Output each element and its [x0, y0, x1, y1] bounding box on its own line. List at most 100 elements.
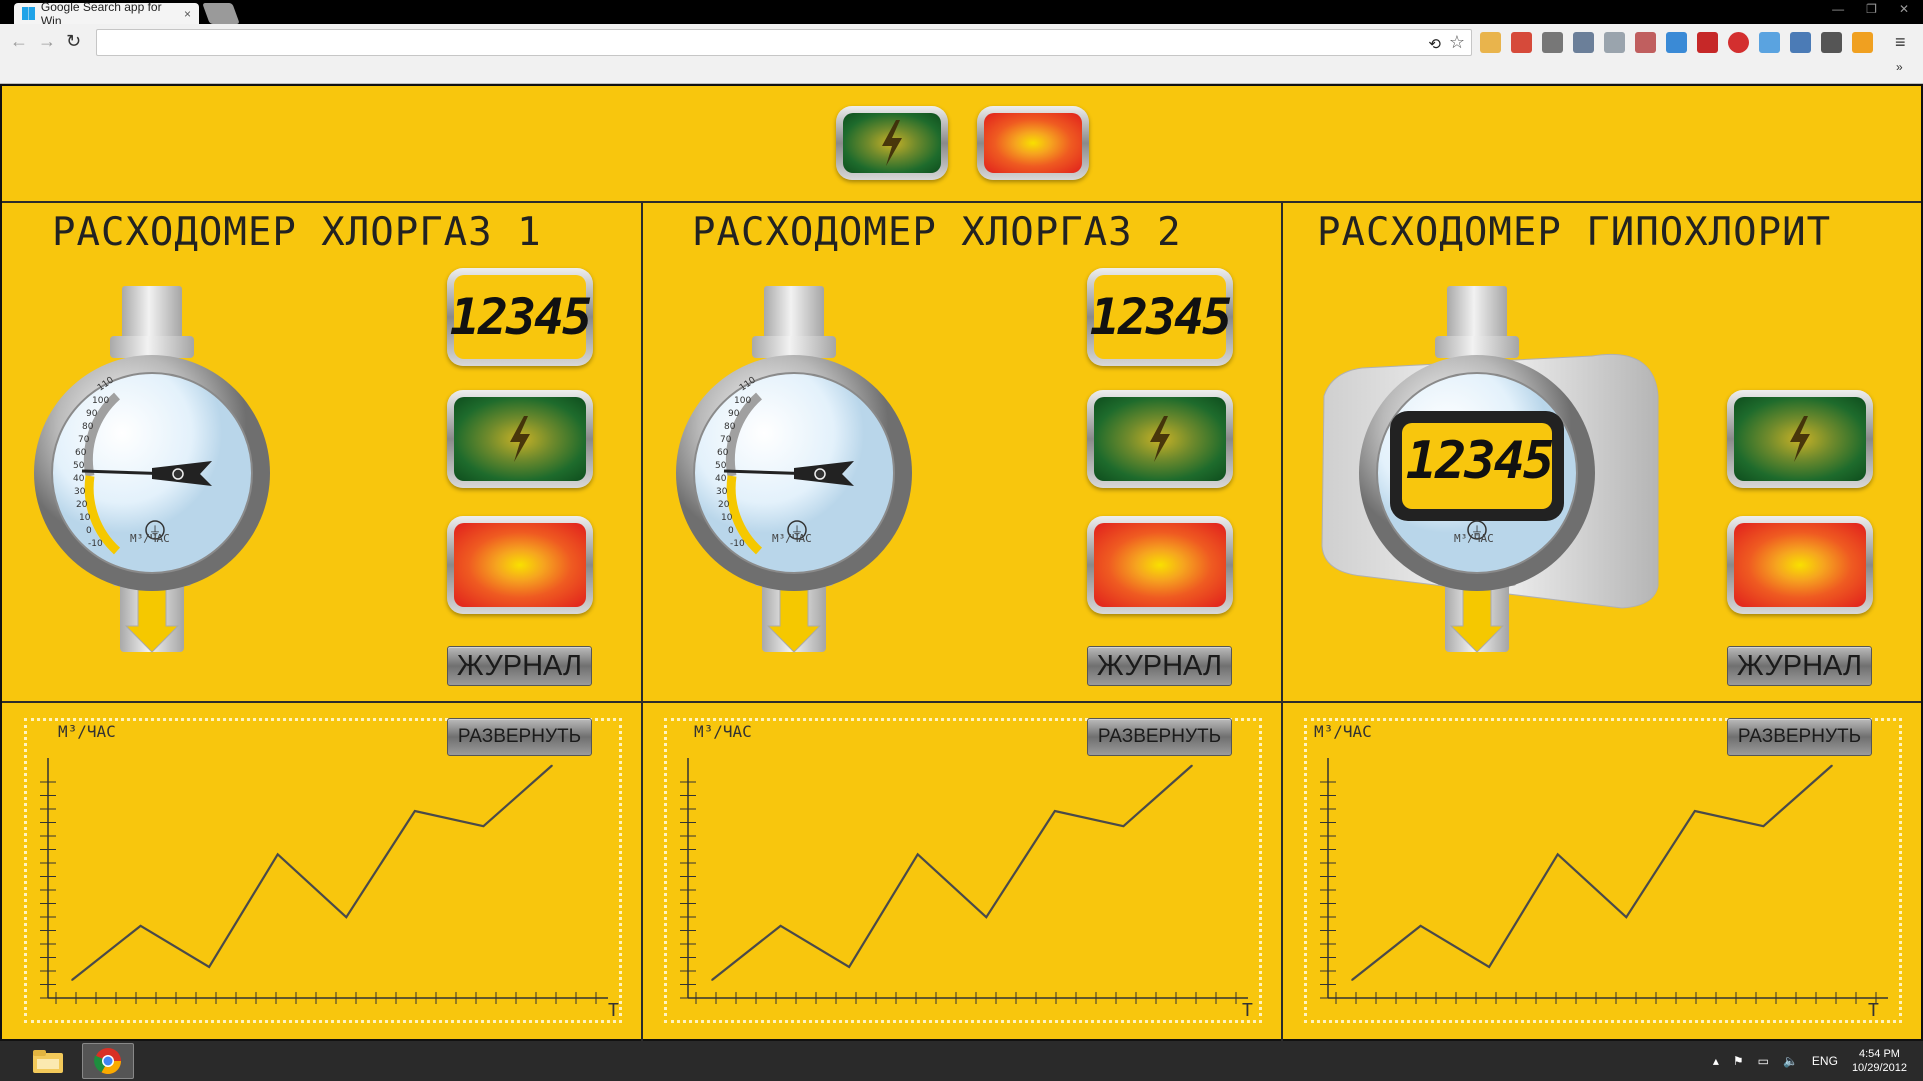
new-tab-button[interactable]	[202, 3, 240, 24]
extension-pin-icon[interactable]	[1759, 32, 1780, 53]
extension-gplus-icon[interactable]	[1511, 32, 1532, 53]
clock[interactable]: 4:54 PM 10/29/2012	[1852, 1047, 1907, 1075]
maximize-button[interactable]: ❐	[1866, 2, 1877, 16]
divider-col-2	[1281, 201, 1283, 1041]
chrome-taskbar-button[interactable]	[82, 1043, 134, 1079]
expand-chart-button-1[interactable]: РАЗВЕРНУТЬ	[447, 718, 592, 756]
chart-3-ylabel: М³/ЧАС	[1314, 722, 1372, 741]
lcd-value-1: 12345	[450, 275, 592, 359]
extension-user-block-icon[interactable]	[1635, 32, 1656, 53]
alarm-lamp-1[interactable]	[447, 516, 593, 614]
lightning-icon	[1150, 416, 1170, 462]
chart-1-ylabel: М³/ЧАС	[58, 722, 116, 741]
lcd-display-1: 12345	[447, 268, 593, 366]
power-lamp-1[interactable]	[447, 390, 593, 488]
extension-face-icon[interactable]	[1480, 32, 1501, 53]
browser-tabstrip: Google Search app for Win × — ❐ ✕	[0, 0, 1923, 28]
volume-icon[interactable]: 🔈	[1783, 1054, 1798, 1068]
chart-data-point	[1625, 916, 1628, 918]
chart-series-line	[1351, 764, 1833, 981]
language-indicator[interactable]: ENG	[1812, 1054, 1838, 1068]
lamp-red-light	[454, 523, 586, 607]
extension-share-icon[interactable]	[1604, 32, 1625, 53]
svg-text:70: 70	[78, 435, 90, 445]
extension-book-icon[interactable]	[1697, 32, 1718, 53]
lamp-red-light	[1734, 523, 1866, 607]
lightning-icon	[510, 416, 530, 462]
svg-text:100: 100	[734, 396, 751, 406]
flag-icon[interactable]: ⚑	[1733, 1054, 1744, 1068]
alarm-lamp-2[interactable]	[1087, 516, 1233, 614]
lamp-red-light	[1094, 523, 1226, 607]
flowmeter-gauge-2: 110 100 90 80 70 60 50 40 30 20 10 0 -10…	[676, 286, 912, 653]
svg-text:80: 80	[82, 422, 94, 432]
top-power-lamp[interactable]	[836, 106, 948, 180]
chart-1-xlabel: Т	[608, 1000, 619, 1021]
lamp-green-light	[1734, 397, 1866, 481]
chart-data-point	[916, 853, 919, 856]
meter-title-3: РАСХОДОМЕР ГИПОХЛОРИТ	[1317, 210, 1832, 255]
lightning-icon	[1790, 416, 1810, 462]
minimize-button[interactable]: —	[1832, 2, 1844, 16]
bookmark-star-icon[interactable]: ☆	[1449, 30, 1465, 55]
extension-translate-icon[interactable]	[1666, 32, 1687, 53]
menu-icon[interactable]: ≡	[1895, 32, 1906, 53]
reload-icon[interactable]: ↻	[66, 31, 81, 52]
chart-data-point	[1694, 810, 1696, 812]
lamp-green-light	[843, 113, 941, 173]
chart-data-point	[208, 966, 210, 968]
journal-button-3[interactable]: ЖУРНАЛ	[1727, 646, 1872, 686]
network-icon[interactable]: ▭	[1758, 1054, 1769, 1068]
svg-text:10: 10	[79, 513, 91, 523]
scada-panel: РАСХОДОМЕР ХЛОРГАЗ 1 РАСХОДОМЕР ХЛОРГАЗ …	[0, 84, 1923, 1041]
tab-close-icon[interactable]: ×	[184, 7, 191, 21]
extension-glasses-icon[interactable]	[1573, 32, 1594, 53]
expand-chart-button-2[interactable]: РАЗВЕРНУТЬ	[1087, 718, 1232, 756]
chart-series-line	[71, 764, 553, 981]
top-alarm-lamp[interactable]	[977, 106, 1089, 180]
svg-text:20: 20	[76, 500, 88, 510]
svg-text:100: 100	[92, 396, 109, 406]
forward-arrow-icon[interactable]: →	[38, 31, 56, 52]
power-lamp-2[interactable]	[1087, 390, 1233, 488]
windows-taskbar: ▴ ⚑ ▭ 🔈 ENG 4:54 PM 10/29/2012	[0, 1041, 1923, 1081]
clock-time: 4:54 PM	[1858, 1048, 1900, 1060]
chart-data-point	[276, 853, 279, 856]
digital-display-3: 12345	[1405, 431, 1555, 491]
extension-screenshot-icon[interactable]	[1542, 32, 1563, 53]
journal-button-2[interactable]: ЖУРНАЛ	[1087, 646, 1232, 686]
svg-text:40: 40	[73, 474, 85, 484]
journal-button-1[interactable]: ЖУРНАЛ	[447, 646, 592, 686]
power-lamp-3[interactable]	[1727, 390, 1873, 488]
alarm-lamp-3[interactable]	[1727, 516, 1873, 614]
tray-up-arrow-icon[interactable]: ▴	[1713, 1054, 1719, 1068]
close-window-button[interactable]: ✕	[1899, 2, 1909, 16]
gauge-3-unit: М³/ЧАС	[1454, 532, 1494, 545]
folder-icon	[33, 1050, 63, 1073]
svg-text:60: 60	[75, 448, 87, 458]
extension-ghost-icon[interactable]	[1821, 32, 1842, 53]
meter-title-1: РАСХОДОМЕР ХЛОРГАЗ 1	[52, 210, 542, 255]
chart-data-point	[139, 925, 142, 927]
divider-col-1	[641, 201, 643, 1041]
extension-record-icon[interactable]	[1728, 32, 1749, 53]
chart-data-point	[1831, 764, 1833, 767]
tab-google-search-app[interactable]: Google Search app for Win ×	[14, 0, 199, 28]
svg-text:60: 60	[717, 448, 729, 458]
back-arrow-icon[interactable]: ←	[10, 31, 28, 52]
more-extensions-icon[interactable]: »	[1896, 60, 1903, 74]
file-explorer-taskbar-button[interactable]	[22, 1043, 74, 1079]
divider-top	[2, 201, 1921, 203]
chart-data-point	[71, 979, 73, 981]
svg-text:-10: -10	[730, 539, 745, 549]
extension-box-icon[interactable]	[1790, 32, 1811, 53]
sync-icon[interactable]: ⟲	[1428, 32, 1441, 57]
expand-chart-button-3[interactable]: РАЗВЕРНУТЬ	[1727, 718, 1872, 756]
svg-text:80: 80	[724, 422, 736, 432]
address-bar[interactable]: ⟲ ☆	[96, 29, 1472, 56]
extension-amazon-icon[interactable]	[1852, 32, 1873, 53]
svg-text:90: 90	[86, 409, 98, 419]
chart-data-point	[1191, 764, 1193, 767]
svg-text:30: 30	[74, 487, 86, 497]
flowmeter-gauge-1: 110 100 90 80 70 60 50 40 30 20 10 0 -10…	[34, 286, 270, 653]
